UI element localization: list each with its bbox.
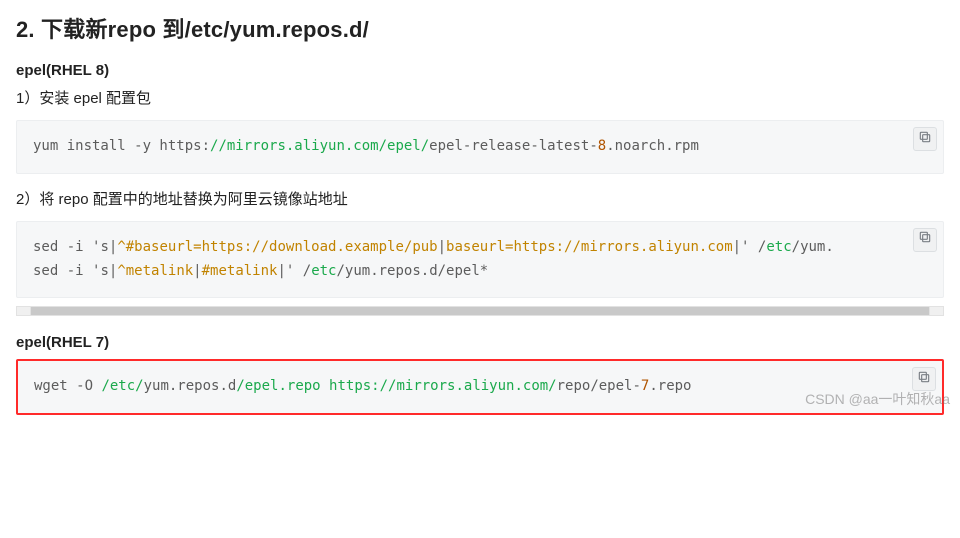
code-line: sed -i 's|^#baseurl=https://download.exa… [33, 236, 927, 260]
scroll-left-cap[interactable] [17, 307, 31, 315]
step-1-label: 1）安装 epel 配置包 [16, 87, 944, 108]
code-block-wget-epel7: wget -O /etc/yum.repos.d/epel.repo https… [16, 359, 944, 415]
subsection-title-rhel8: epel(RHEL 8) [16, 62, 944, 79]
copy-icon [918, 130, 932, 149]
copy-button[interactable] [913, 127, 937, 151]
step-2-label: 2）将 repo 配置中的地址替换为阿里云镜像站地址 [16, 188, 944, 209]
section-heading: 2. 下载新repo 到/etc/yum.repos.d/ [16, 12, 944, 44]
scroll-right-cap[interactable] [929, 307, 943, 315]
code-line: wget -O /etc/yum.repos.d/epel.repo https… [34, 375, 926, 399]
copy-button[interactable] [912, 367, 936, 391]
copy-icon [918, 230, 932, 249]
code-line: sed -i 's|^metalink|#metalink|' /etc/yum… [33, 260, 927, 284]
code-block-sed-replace: sed -i 's|^#baseurl=https://download.exa… [16, 221, 944, 299]
code-block-install-epel: yum install -y https://mirrors.aliyun.co… [16, 120, 944, 174]
subsection-title-rhel7: epel(RHEL 7) [16, 334, 944, 351]
scroll-thumb[interactable] [31, 307, 929, 315]
copy-icon [917, 370, 931, 389]
code-line: yum install -y https://mirrors.aliyun.co… [33, 135, 927, 159]
horizontal-scrollbar[interactable] [16, 306, 944, 316]
copy-button[interactable] [913, 228, 937, 252]
